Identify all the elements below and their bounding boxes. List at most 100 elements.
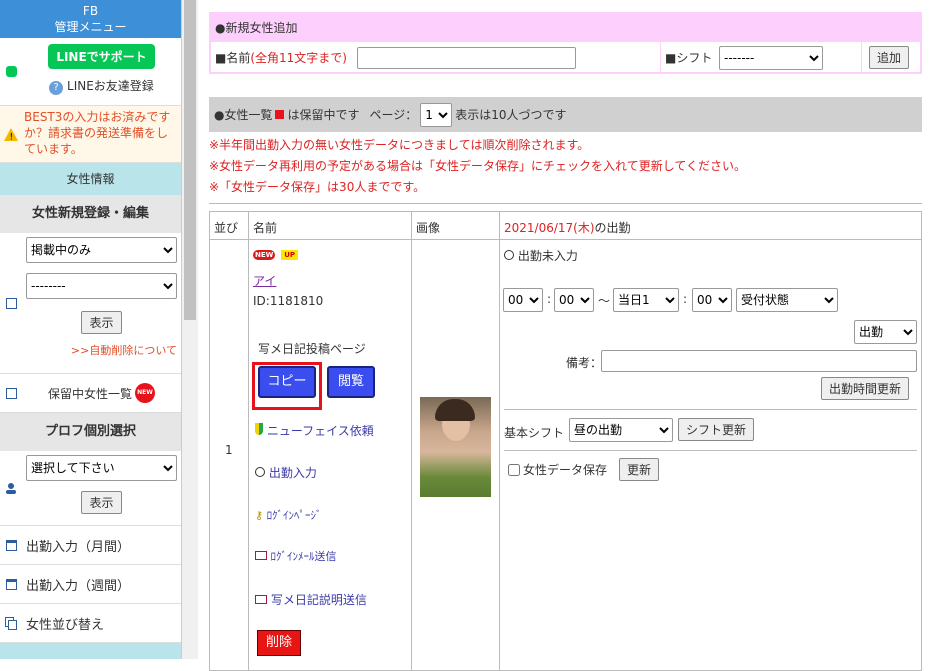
sidebar-item-sort[interactable]: 女性並び替え [0, 604, 181, 643]
add-form: ●新規女性追加 ■名前(全角11文字まで) ■シフト ------- 追加 [209, 12, 922, 74]
sort-label: 女性並び替え [26, 617, 105, 633]
auto-delete-link[interactable]: >>自動削除について [26, 342, 177, 358]
attendance-link: 出勤入力 [268, 466, 317, 480]
page-label: ページ： [369, 108, 418, 122]
basic-shift-select[interactable]: 昼の出勤 [569, 418, 673, 442]
start-hour-select[interactable]: 00 [503, 288, 543, 312]
scrollbar-thumb[interactable] [184, 0, 196, 320]
diary-mail-link: 写メ日記説明送信 [270, 593, 367, 607]
status-row: 出勤未入力 [504, 247, 578, 264]
save-row: 女性データ保存 [508, 461, 607, 478]
mail-icon [255, 595, 267, 604]
copy-button[interactable]: コピー [258, 366, 316, 398]
diary-label: 写メ日記投稿ページ [258, 342, 366, 356]
reception-select[interactable]: 受付状態 [736, 288, 838, 312]
section-next [0, 643, 181, 659]
shift-label: ■シフト [665, 51, 713, 65]
col-order-header: 並び [214, 221, 239, 235]
notices: ※半年間出勤入力の無い女性データにつきましては順次削除されます。 ※女性データ再… [209, 135, 746, 198]
work-select[interactable]: 出勤 [854, 320, 917, 344]
user-card-icon [0, 374, 22, 412]
col-image-header: 画像 [416, 221, 441, 235]
list-header-hold-text: は保留中です [287, 108, 360, 122]
copy-icon [0, 604, 22, 642]
new-badge: NEW [135, 383, 155, 403]
name-input[interactable] [357, 47, 576, 69]
newface-row[interactable]: ニューフェイス依頼 [255, 422, 374, 439]
user-icon [0, 451, 22, 525]
login-page-link: ﾛｸﾞｲﾝﾍﾟｰｼﾞ [266, 509, 322, 522]
sidebar-header-title: 管理メニュー [54, 20, 127, 34]
basic-shift-label: 基本シフト [504, 426, 565, 440]
list-header: ●女性一覧 は保留中です ページ： 1 表示は10人づつです [209, 97, 922, 132]
girl-id: ID:1181810 [253, 294, 324, 308]
show-button-2[interactable]: 表示 [81, 491, 122, 514]
col-date-suffix: の出勤 [594, 221, 631, 235]
status-text: 出勤未入力 [517, 249, 578, 263]
shift-select[interactable]: ------- [719, 46, 823, 70]
add-button[interactable]: 追加 [869, 46, 910, 69]
add-form-title: ●新規女性追加 [211, 14, 920, 42]
update-button[interactable]: 更新 [619, 458, 660, 481]
line-friend-row[interactable]: ? LINEお友達登録 [22, 77, 181, 95]
warning-row: ! BEST3の入力はお済みですか？請求書の発送準備をしています。 [0, 106, 181, 163]
view-button[interactable]: 閲覧 [327, 366, 375, 398]
col-date-header: 2021/06/17(木) [504, 221, 595, 235]
second-select[interactable]: -------- [26, 273, 177, 299]
tilde: 〜 [598, 294, 611, 308]
hold-marker [275, 110, 285, 119]
section-shinki-toroku: 女性新規登録・編集 [0, 195, 181, 233]
diary-mail-row[interactable]: 写メ日記説明送信 [255, 591, 367, 608]
new-tag: NEW [253, 250, 276, 260]
update-time-button[interactable]: 出勤時間更新 [821, 377, 910, 400]
end-minute-select[interactable]: 00 [692, 288, 732, 312]
login-mail-row[interactable]: ﾛｸﾞｲﾝﾒｰﾙ送信 [255, 548, 337, 564]
attendance-divider [504, 409, 917, 410]
sidebar-item-horyu[interactable]: 保留中女性一覧 NEW [0, 374, 181, 413]
login-mail-link: ﾛｸﾞｲﾝﾒｰﾙ送信 [270, 550, 337, 563]
section-profile: プロフ個別選択 [0, 413, 181, 451]
start-minute-select[interactable]: 00 [554, 288, 594, 312]
profile-row: 選択して下さい 表示 [0, 451, 181, 526]
note-label: 備考： [566, 356, 603, 370]
line-support-button[interactable]: LINEでサポート [48, 44, 155, 69]
sidebar-header: FB 管理メニュー [0, 0, 181, 38]
attendance-row[interactable]: 出勤入力 [255, 464, 317, 481]
attendance-divider-2 [504, 450, 917, 451]
warning-icon: ! [0, 106, 22, 162]
name-hint: (全角11文字まで) [250, 51, 347, 65]
girl-name-link[interactable]: アイ [253, 272, 276, 289]
sidebar-item-monthly[interactable]: 出勤入力（月間） [0, 526, 181, 565]
notice-3: ※「女性データ保存」は30人までです。 [209, 180, 426, 194]
up-tag: UP [281, 250, 299, 260]
svg-text:!: ! [10, 132, 14, 141]
per-page-text: 表示は10人づつです [455, 108, 567, 122]
girls-table: 並び 名前 画像 2021/06/17(木)の出勤 1 NEW UP アイ ID… [209, 211, 922, 671]
col-name-header: 名前 [253, 221, 278, 235]
sidebar-header-fb: FB [82, 4, 99, 18]
calendar-icon [0, 526, 22, 564]
filter-select[interactable]: 掲載中のみ [26, 237, 177, 263]
line-friend-label: LINEお友達登録 [67, 79, 154, 93]
main-content: ●新規女性追加 ■名前(全角11文字まで) ■シフト ------- 追加 ●女… [204, 0, 932, 671]
page-select[interactable]: 1 [420, 102, 453, 127]
monthly-label: 出勤入力（月間） [26, 539, 131, 555]
filter-row: 掲載中のみ -------- 表示 >>自動削除について [0, 233, 181, 374]
show-button[interactable]: 表示 [81, 311, 122, 334]
shift-update-button[interactable]: シフト更新 [678, 418, 755, 441]
save-checkbox[interactable] [508, 463, 520, 476]
divider [209, 203, 922, 204]
login-page-row[interactable]: ⚷ ﾛｸﾞｲﾝﾍﾟｰｼﾞ [255, 507, 322, 523]
section-josei-joho: 女性情報 [0, 163, 181, 195]
colon-2: : [683, 292, 688, 306]
end-day-select[interactable]: 当日1 [613, 288, 679, 312]
clock-icon [504, 250, 514, 260]
notice-2: ※女性データ再利用の予定がある場合は「女性データ保存」にチェックを入れて更新して… [209, 159, 746, 173]
note-input[interactable] [601, 350, 917, 372]
sidebar-item-weekly[interactable]: 出勤入力（週間） [0, 565, 181, 604]
table-header: 並び 名前 画像 2021/06/17(木)の出勤 [210, 212, 921, 240]
notice-1: ※半年間出勤入力の無い女性データにつきましては順次削除されます。 [209, 138, 590, 152]
name-cell: NEW UP [253, 246, 408, 260]
profile-select[interactable]: 選択して下さい [26, 455, 177, 481]
delete-button[interactable]: 削除 [257, 630, 301, 656]
